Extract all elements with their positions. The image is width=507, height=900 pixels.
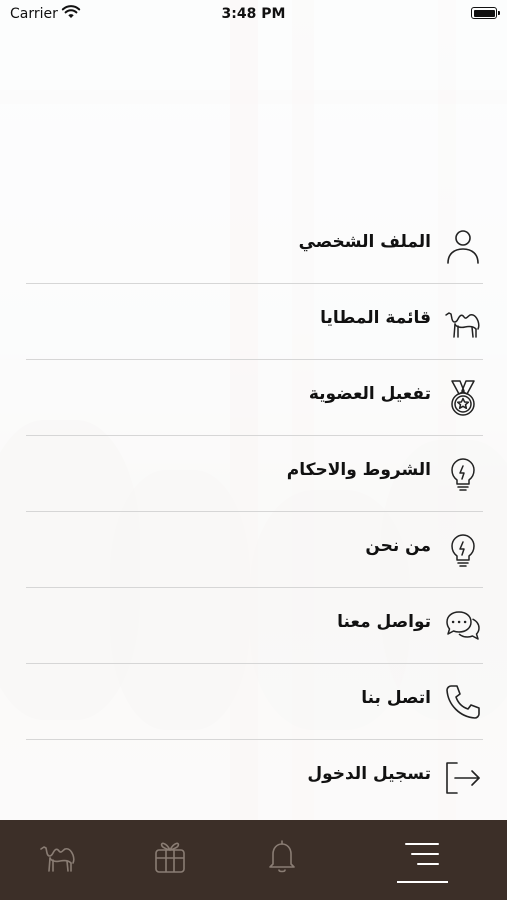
tab-camels[interactable] xyxy=(38,836,78,876)
menu-item-label: تواصل معنا xyxy=(337,612,431,632)
menu-item-activate-membership[interactable]: تفعيل العضوية xyxy=(26,360,483,436)
menu-item-label: اتصل بنا xyxy=(361,688,431,708)
camel-icon xyxy=(40,846,75,872)
login-icon xyxy=(446,762,480,794)
menu-item-label: من نحن xyxy=(365,536,431,556)
gift-icon xyxy=(155,842,185,873)
menu-item-label: الملف الشخصي xyxy=(298,232,431,252)
tab-notifications[interactable] xyxy=(262,836,302,876)
tab-menu[interactable] xyxy=(402,836,442,876)
menu-item-label: الشروط والاحكام xyxy=(286,460,431,480)
tab-bar xyxy=(0,820,507,900)
battery-icon xyxy=(471,7,500,19)
lightbulb-icon xyxy=(451,458,475,491)
menu-item-profile[interactable]: الملف الشخصي xyxy=(26,208,483,284)
medal-icon xyxy=(451,380,475,416)
status-bar: Carrier 3:48 PM xyxy=(0,0,507,30)
menu-item-about-us[interactable]: من نحن xyxy=(26,512,483,588)
user-icon xyxy=(447,230,479,264)
menu-item-label: تسجيل الدخول xyxy=(307,764,431,784)
menu-item-call-us[interactable]: اتصل بنا xyxy=(26,664,483,740)
phone-icon xyxy=(446,685,480,719)
menu-item-contact-us-chat[interactable]: تواصل معنا xyxy=(26,588,483,664)
lightbulb-icon xyxy=(451,534,475,567)
menu-item-label: قائمة المطايا xyxy=(320,308,431,328)
menu-item-login[interactable]: تسجيل الدخول xyxy=(26,740,483,816)
camel-icon xyxy=(445,312,480,338)
menu-icon xyxy=(405,843,439,865)
clock-time: 3:48 PM xyxy=(221,6,286,22)
bell-icon xyxy=(269,840,295,873)
menu-item-label: تفعيل العضوية xyxy=(308,384,431,404)
side-menu: الملف الشخصي قائمة المطايا تفعيل العضوية… xyxy=(26,208,483,816)
chat-bubbles-icon xyxy=(446,611,480,640)
menu-item-mounts-list[interactable]: قائمة المطايا xyxy=(26,284,483,360)
active-tab-indicator xyxy=(397,881,448,883)
tab-offers[interactable] xyxy=(150,836,190,876)
menu-item-terms[interactable]: الشروط والاحكام xyxy=(26,436,483,512)
